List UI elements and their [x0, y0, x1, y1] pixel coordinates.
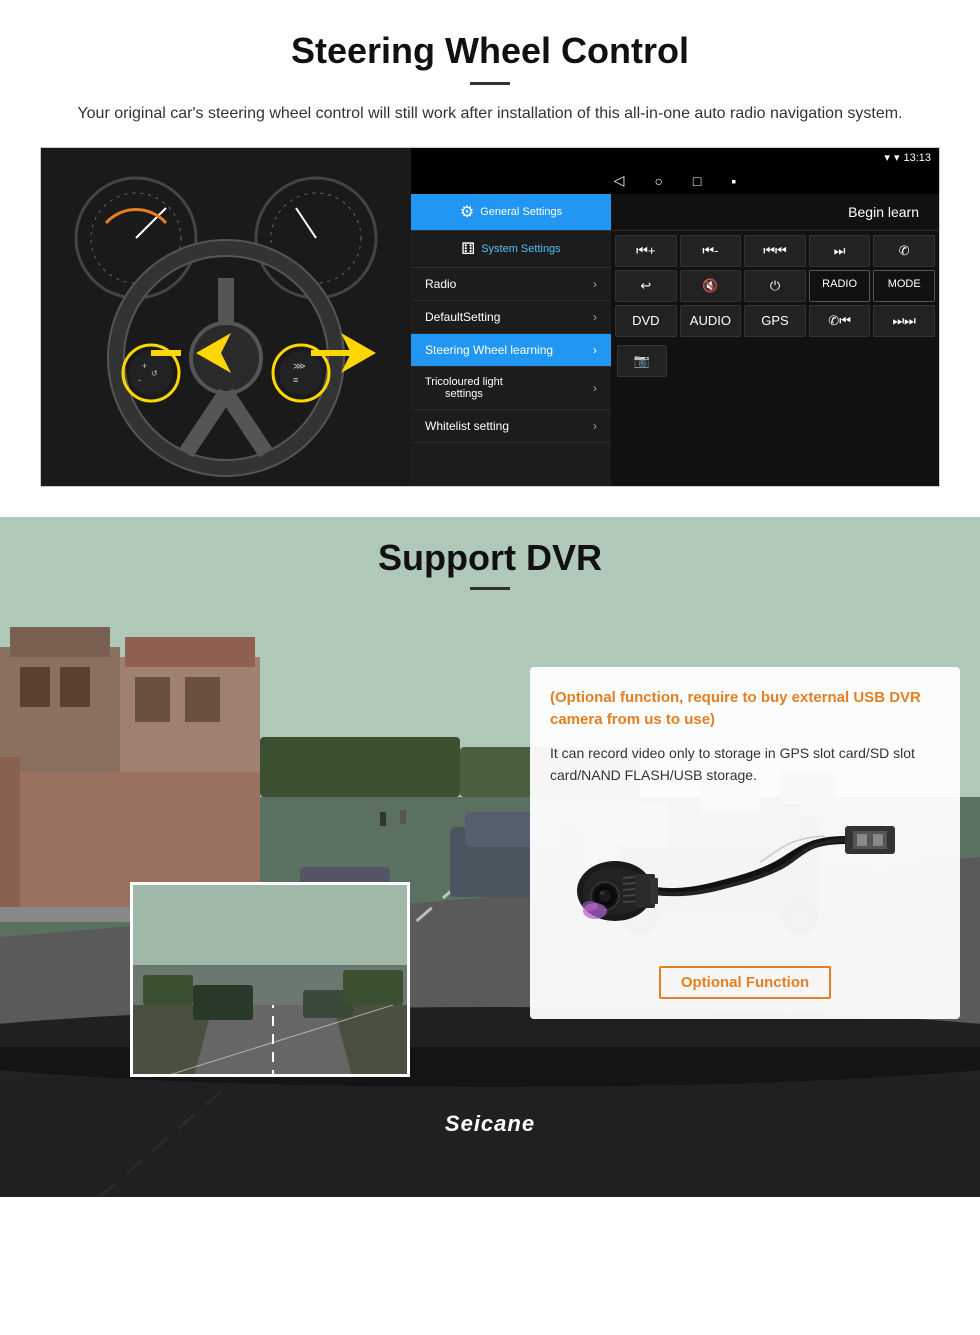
ctrl-hangup[interactable]: ↩ [615, 270, 677, 302]
chevron-icon: › [593, 381, 597, 395]
android-content: ⚙ General Settings ⚅ System Settings Rad… [411, 194, 939, 486]
dvr-title: Support DVR [0, 537, 980, 579]
menu-defaultsetting-label: DefaultSetting [425, 310, 500, 324]
back-nav-icon[interactable]: ◁ [614, 172, 625, 189]
android-ui: ▾ ▾ 13:13 ◁ ○ □ ▪ ⚙ General Settings [411, 148, 939, 486]
home-nav-icon[interactable]: ○ [654, 173, 662, 189]
menu-whitelist-label: Whitelist setting [425, 419, 509, 433]
controls-panel: Begin learn ⏮+ ⏮- ⏮⏮ ⏭ ✆ ↩ 🔇 ⏻ RADIO [611, 194, 939, 486]
title-divider [470, 82, 510, 85]
ctrl-radio[interactable]: RADIO [809, 270, 871, 302]
cast-nav-icon[interactable]: ▪ [731, 173, 736, 189]
svg-text:⋙: ⋙ [293, 361, 306, 371]
signal-icon: ▾ [884, 151, 890, 164]
menu-tricoloured-label: Tricoloured lightsettings [425, 376, 503, 400]
ctrl-dvd[interactable]: DVD [615, 305, 677, 337]
android-statusbar: ▾ ▾ 13:13 [411, 148, 939, 168]
dvr-camera-illustration [550, 801, 940, 951]
svg-text:≡: ≡ [293, 375, 298, 385]
menu-radio-label: Radio [425, 277, 456, 291]
seicane-brand: Seicane [445, 1111, 535, 1137]
steering-title: Steering Wheel Control [40, 30, 940, 72]
ctrl-vol-down[interactable]: ⏮- [680, 235, 742, 267]
system-settings-tab[interactable]: ⚅ System Settings [411, 231, 611, 268]
ctrl-mute[interactable]: 🔇 [680, 270, 742, 302]
ctrl-audio[interactable]: AUDIO [680, 305, 742, 337]
system-icon: ⚅ [461, 239, 475, 259]
svg-text:-: - [138, 375, 141, 385]
android-navbar: ◁ ○ □ ▪ [411, 168, 939, 194]
svg-text:↺: ↺ [151, 369, 158, 378]
steering-subtitle: Your original car's steering wheel contr… [60, 101, 920, 127]
dvr-background: Support DVR Sei [0, 517, 980, 1197]
ctrl-call-prev[interactable]: ✆⏮ [809, 305, 871, 337]
steering-composite: + - ↺ ⋙ ≡ ▾ ▾ 13: [40, 147, 940, 487]
general-settings-tab[interactable]: ⚙ General Settings [411, 194, 611, 230]
dvr-section: Support DVR Sei [0, 517, 980, 1197]
recents-nav-icon[interactable]: □ [693, 173, 701, 189]
seicane-logo: Seicane [445, 1111, 535, 1136]
settings-panel: ⚙ General Settings ⚅ System Settings Rad… [411, 194, 611, 486]
chevron-icon: › [593, 343, 597, 357]
ctrl-prev[interactable]: ⏮⏮ [744, 235, 806, 267]
ctrl-call-next[interactable]: ⏭⏭ [873, 305, 935, 337]
ctrl-power[interactable]: ⏻ [744, 270, 806, 302]
dvr-info-box: (Optional function, require to buy exter… [530, 667, 960, 1020]
dvr-title-divider [470, 587, 510, 590]
dvr-optional-text: (Optional function, require to buy exter… [550, 687, 940, 732]
ctrl-camera[interactable]: 📷 [617, 345, 667, 377]
menu-defaultsetting[interactable]: DefaultSetting › [411, 301, 611, 334]
steering-photo: + - ↺ ⋙ ≡ [41, 148, 411, 487]
ctrl-next[interactable]: ⏭ [809, 235, 871, 267]
ctrl-vol-up[interactable]: ⏮+ [615, 235, 677, 267]
menu-radio[interactable]: Radio › [411, 268, 611, 301]
menu-steering-label: Steering Wheel learning [425, 343, 553, 357]
menu-whitelist[interactable]: Whitelist setting › [411, 410, 611, 443]
begin-learn-row: Begin learn [611, 194, 939, 231]
menu-tricoloured[interactable]: Tricoloured lightsettings › [411, 367, 611, 410]
chevron-icon: › [593, 419, 597, 433]
chevron-icon: › [593, 310, 597, 324]
dvr-title-overlay: Support DVR [0, 517, 980, 590]
ctrl-call[interactable]: ✆ [873, 235, 935, 267]
chevron-icon: › [593, 277, 597, 291]
steering-section: Steering Wheel Control Your original car… [0, 0, 980, 487]
menu-steering-learning[interactable]: Steering Wheel learning › [411, 334, 611, 367]
svg-text:+: + [142, 361, 147, 371]
begin-learn-button[interactable]: Begin learn [838, 200, 929, 224]
control-buttons-grid: ⏮+ ⏮- ⏮⏮ ⏭ ✆ ↩ 🔇 ⏻ RADIO MODE DVD AUDIO [611, 231, 939, 341]
ctrl-gps[interactable]: GPS [744, 305, 806, 337]
time-display: 13:13 [903, 152, 931, 164]
dvr-description: It can record video only to storage in G… [550, 742, 940, 787]
ctrl-mode[interactable]: MODE [873, 270, 935, 302]
dvr-thumbnail [130, 882, 410, 1077]
gear-icon: ⚙ [460, 202, 474, 222]
wifi-icon: ▾ [894, 151, 900, 164]
optional-function-badge: Optional Function [659, 966, 831, 999]
